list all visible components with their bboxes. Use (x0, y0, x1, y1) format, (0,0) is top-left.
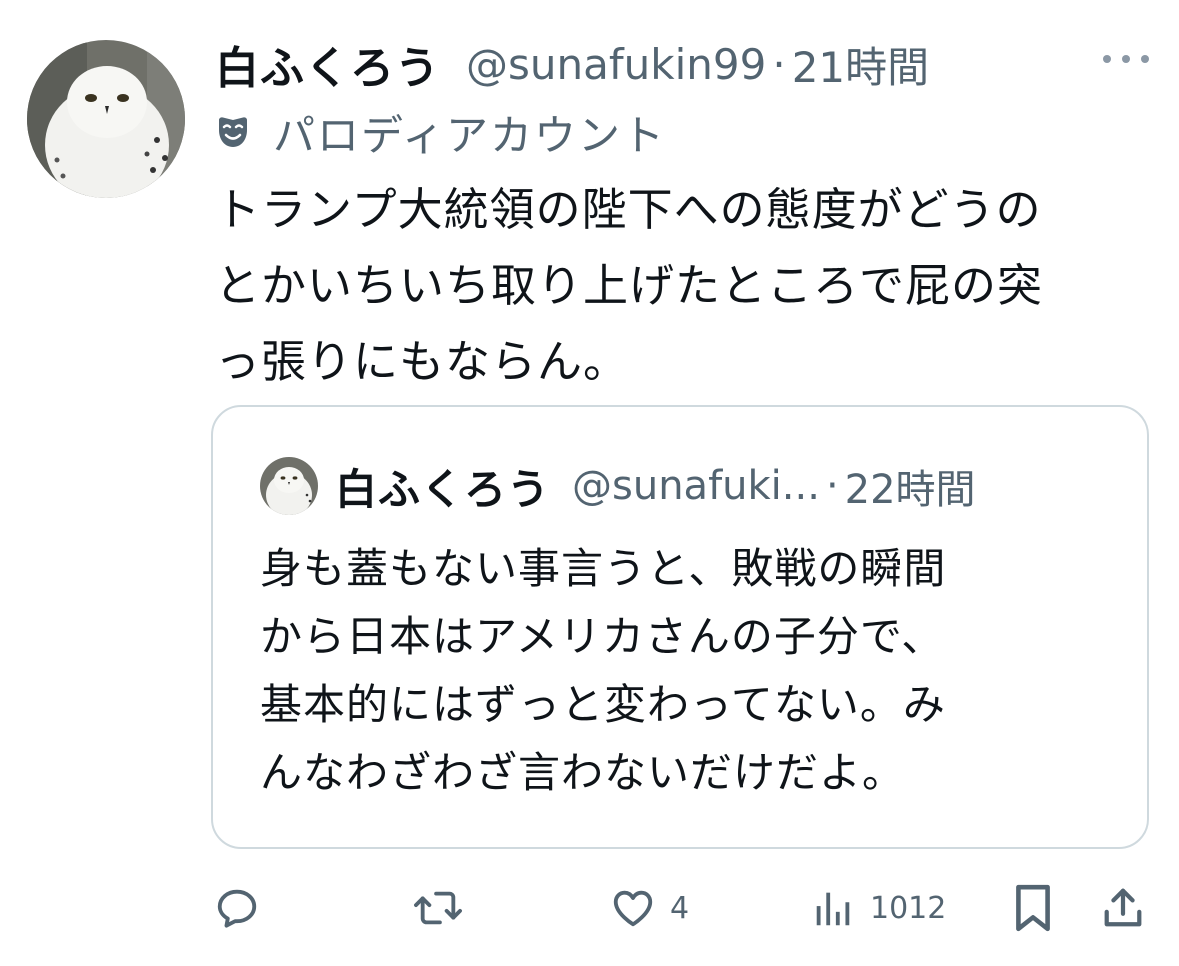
heart-icon (613, 890, 653, 927)
like-count: 4 (670, 890, 690, 926)
retweet-button[interactable] (412, 878, 464, 938)
quoted-text-line: んなわざわざ言わないだけだよ。 (260, 748, 906, 797)
views-button[interactable]: 1012 (810, 878, 946, 938)
parody-label-row: パロディアカウント (215, 100, 666, 164)
quoted-text-line: 身も蓋もない事言うと、敗戦の瞬間 (260, 544, 947, 593)
quoted-display-name: 白ふくろう (335, 464, 551, 514)
more-dot-icon (1141, 55, 1149, 63)
action-bar: 4 1012 (0, 878, 1179, 938)
display-name[interactable]: 白ふくろう (215, 32, 440, 96)
quoted-avatar (260, 457, 318, 515)
views-icon (816, 892, 850, 926)
more-options-button[interactable] (1103, 44, 1149, 74)
quoted-text: 身も蓋もない事言うと、敗戦の瞬間 から日本はアメリカさんの子分で、 基本的にはず… (260, 535, 1130, 807)
more-dot-icon (1103, 55, 1111, 63)
bookmark-button[interactable] (1012, 878, 1054, 938)
tweet-text-line: っ張りにもならん。 (215, 335, 630, 388)
owl-avatar-image (260, 457, 318, 515)
quoted-header: 白ふくろう @sunafuki... · 22時間 (335, 455, 976, 517)
separator-dot: · (772, 39, 786, 89)
more-dot-icon (1122, 55, 1130, 63)
share-button[interactable] (1100, 878, 1146, 938)
timestamp[interactable]: 21時間 (792, 34, 929, 95)
retweet-icon (414, 891, 462, 925)
owl-avatar-image (27, 40, 185, 198)
reply-button[interactable] (214, 878, 260, 938)
mask-icon (219, 117, 247, 147)
share-icon (1104, 888, 1142, 927)
tweet-header: 白ふくろう @sunafukin99 · 21時間 (215, 32, 1115, 96)
quoted-user-handle: @sunafuki... (572, 463, 820, 509)
tweet[interactable]: 白ふくろう @sunafukin99 · 21時間 パロディアカウント トランプ… (0, 0, 1179, 966)
separator-dot: · (825, 463, 839, 509)
quoted-text-line: から日本はアメリカさんの子分で、 (260, 612, 945, 661)
quoted-tweet[interactable]: 白ふくろう @sunafuki... · 22時間 身も蓋もない事言うと、敗戦の… (211, 405, 1149, 849)
tweet-text-line: とかいちいち取り上げたところで屁の突 (215, 259, 1044, 312)
view-count: 1012 (870, 890, 947, 926)
reply-icon (217, 889, 257, 928)
user-handle[interactable]: @sunafukin99 (466, 40, 766, 89)
tweet-text: トランプ大統領の陛下への態度がどうの とかいちいち取り上げたところで屁の突 っ張… (215, 172, 1145, 400)
parody-account-label: パロディアカウント (273, 110, 667, 160)
quoted-text-line: 基本的にはずっと変わってない。み (260, 680, 946, 729)
quoted-timestamp: 22時間 (844, 467, 976, 513)
avatar[interactable] (27, 40, 185, 198)
bookmark-icon (1016, 884, 1050, 932)
tweet-text-line: トランプ大統領の陛下への態度がどうの (215, 183, 1042, 236)
like-button[interactable]: 4 (610, 878, 689, 938)
